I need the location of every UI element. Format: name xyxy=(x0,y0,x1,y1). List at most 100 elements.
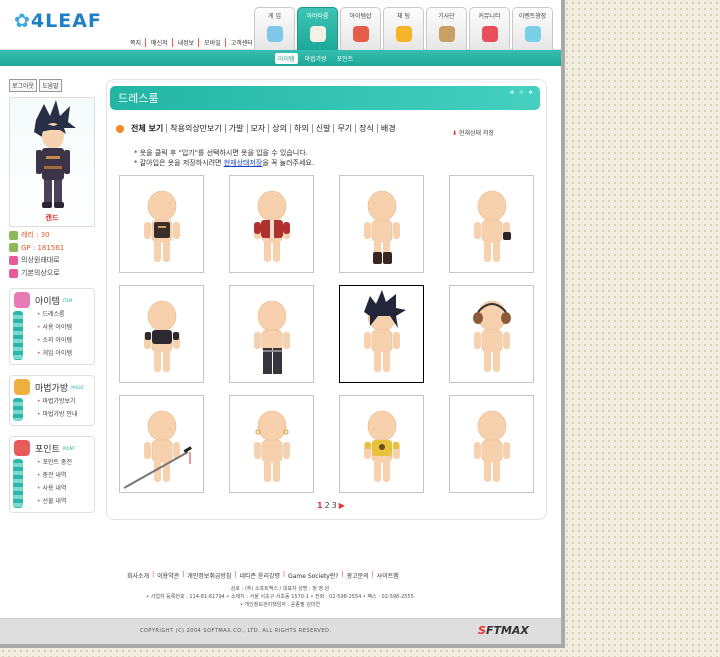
footer-link[interactable]: 회사소개 xyxy=(127,571,149,580)
sidebar-menu: 마법가방MAGIC 마법가방보기마법가방 안내 xyxy=(9,375,95,426)
item-thumbnail xyxy=(254,410,290,482)
item-thumbnail xyxy=(474,410,510,482)
item-thumbnail xyxy=(473,300,511,372)
character-avatar xyxy=(34,100,76,208)
save-state-link[interactable]: ⬇ 현재상태 저장 xyxy=(452,128,494,137)
filter-bar: 전체 보기 착용의상만보기 가발 모자 상의 하의 신발 무기 장식 배경 xyxy=(116,124,399,133)
filter-option[interactable]: 상의 xyxy=(268,124,290,133)
site-logo[interactable]: ✿4LEAF xyxy=(14,10,102,32)
menu-item[interactable]: 마법가방보기 xyxy=(13,395,91,408)
util-link[interactable]: 쪽지 xyxy=(130,38,141,47)
avatar-icon xyxy=(309,26,326,42)
menu-item[interactable]: 포인트 충전 xyxy=(13,456,91,469)
item-thumbnail xyxy=(364,290,406,372)
item-slot[interactable] xyxy=(339,285,424,383)
character-name: 캔드 xyxy=(45,214,59,222)
item-slot[interactable] xyxy=(119,285,204,383)
sidebar-stat: GP : 181561 xyxy=(9,243,97,252)
item-slot[interactable] xyxy=(229,175,314,273)
item-thumbnail xyxy=(144,300,180,372)
sparkle-icon: ✦ ✧ ✦ xyxy=(508,88,534,97)
menu-item[interactable]: 선물 내역 xyxy=(13,495,91,508)
item-thumbnail xyxy=(364,190,400,264)
nav-tab[interactable]: 채 팅 xyxy=(383,7,424,50)
menu-title-text: 마법가방 xyxy=(35,383,69,394)
filter-option[interactable]: 무기 xyxy=(333,124,355,133)
sidebar-stat[interactable]: 의상원래대로 xyxy=(9,255,97,265)
page-number[interactable]: 2 xyxy=(325,501,330,510)
filter-option[interactable]: 하의 xyxy=(289,124,312,133)
stat-label: 의상원래대로 xyxy=(21,256,60,264)
util-link[interactable]: 고객센터 xyxy=(224,38,253,47)
nav-tab[interactable]: 커뮤니티 xyxy=(469,7,510,50)
footer-bar: COPYRIGHT (C) 2004 SOFTMAX.CO., LTD. ALL… xyxy=(0,618,561,644)
menu-item[interactable]: 사용 내역 xyxy=(13,482,91,495)
filter-option[interactable]: 신발 xyxy=(311,124,334,133)
nav-tab[interactable]: 이벤트광장 xyxy=(512,7,553,50)
item-slot[interactable] xyxy=(449,285,534,383)
page-number[interactable]: 3 xyxy=(332,501,337,510)
util-link[interactable]: 내정보 xyxy=(171,38,194,47)
filter-option[interactable]: 가발 xyxy=(224,124,247,133)
chat-icon xyxy=(395,26,412,42)
util-link[interactable]: 메신저 xyxy=(145,38,168,47)
copyright: COPYRIGHT (C) 2004 SOFTMAX.CO., LTD. ALL… xyxy=(140,628,332,634)
menu-item[interactable]: 소지 아이템 xyxy=(13,334,91,347)
item-slot[interactable] xyxy=(229,285,314,383)
knight-icon xyxy=(438,26,455,42)
item-thumbnail xyxy=(364,410,400,482)
footer-link[interactable]: 개인정보취급방침 xyxy=(187,571,231,580)
nav-tab[interactable]: 기사단 xyxy=(426,7,467,50)
item-slot[interactable] xyxy=(119,395,204,493)
menu-item[interactable]: 사용 아이템 xyxy=(13,321,91,334)
subnav-item[interactable]: 아이템 xyxy=(275,53,298,64)
logout-button[interactable]: 로그아웃 xyxy=(9,79,38,92)
decorative-stripe xyxy=(13,311,23,360)
item-slot[interactable] xyxy=(339,175,424,273)
sidebar-stat[interactable]: 기본의상으로 xyxy=(9,268,97,278)
nav-tab-label: 커뮤니티 xyxy=(478,13,501,20)
footer-link[interactable]: 광고문의 xyxy=(347,571,369,580)
menu-item[interactable]: 마법가방 안내 xyxy=(13,408,91,421)
page-number[interactable]: 1 xyxy=(317,501,323,510)
subnav-item[interactable]: 포인트 xyxy=(334,53,357,64)
item-slot[interactable] xyxy=(339,395,424,493)
filter-option[interactable]: 모자 xyxy=(246,124,269,133)
item-slot[interactable] xyxy=(229,395,314,493)
nav-tab[interactable]: 게 임 xyxy=(254,7,295,50)
level-icon xyxy=(9,230,18,240)
subnav-item[interactable]: 마법가방 xyxy=(302,53,330,64)
footer-link[interactable]: 이용약관 xyxy=(157,571,179,580)
avatar-preview: 캔드 xyxy=(9,97,95,227)
stat-label: 기본의상으로 xyxy=(21,269,60,277)
footer-link[interactable]: 사이트맵 xyxy=(377,571,399,580)
footer-link[interactable]: 네티즌 윤리강령 xyxy=(239,571,280,580)
nav-tab[interactable]: 아이템샵 xyxy=(340,7,381,50)
footer-link[interactable]: Game Society란? xyxy=(288,571,339,580)
filter-option[interactable]: 전체 보기 xyxy=(128,124,166,133)
filter-option[interactable]: 배경 xyxy=(376,124,399,133)
next-page-icon[interactable]: ▶ xyxy=(339,501,345,510)
help-button[interactable]: 도움말 xyxy=(39,79,62,92)
sidebar: 로그아웃 도움말 캔드 레리 : 30 GP : 181561 의상원래대로기본의상으… xyxy=(9,79,97,513)
note-line-2: * 갈아입은 옷을 저장하시려면 현재상태저장을 꼭 눌러주세요. xyxy=(134,159,315,167)
menu-item[interactable]: 충전 내역 xyxy=(13,469,91,482)
sidebar-stat: 레리 : 30 xyxy=(9,230,97,240)
nav-tab[interactable]: 아바타룸 xyxy=(297,7,338,52)
instructions: * 옷을 클릭 후 "입기"를 선택하시면 옷을 입을 수 있습니다. * 갈아… xyxy=(134,148,314,168)
top-header: ✿4LEAF 쪽지 메신저 내정보 모바일 고객센터 게 임 아바타룸 아이템샵 채 팅 기사단… xyxy=(0,0,561,52)
note-line-1: * 옷을 클릭 후 "입기"를 선택하시면 옷을 입을 수 있습니다. xyxy=(134,149,308,157)
link-separator: | xyxy=(283,571,286,578)
item-slot[interactable] xyxy=(449,175,534,273)
util-link[interactable]: 모바일 xyxy=(198,38,221,47)
item-slot[interactable] xyxy=(119,175,204,273)
menu-title-text: 포인트 xyxy=(35,444,60,455)
filter-option[interactable]: 장식 xyxy=(355,124,377,133)
filter-option[interactable]: 착용의상만보기 xyxy=(166,124,225,133)
item-slot[interactable] xyxy=(449,395,534,493)
game-icon xyxy=(266,26,283,42)
save-state-inline-link[interactable]: 현재상태저장 xyxy=(224,159,263,167)
filter-bullet-icon xyxy=(116,124,124,133)
menu-item[interactable]: 게임 아이템 xyxy=(13,347,91,360)
menu-item[interactable]: 드레스룸 xyxy=(13,308,91,321)
